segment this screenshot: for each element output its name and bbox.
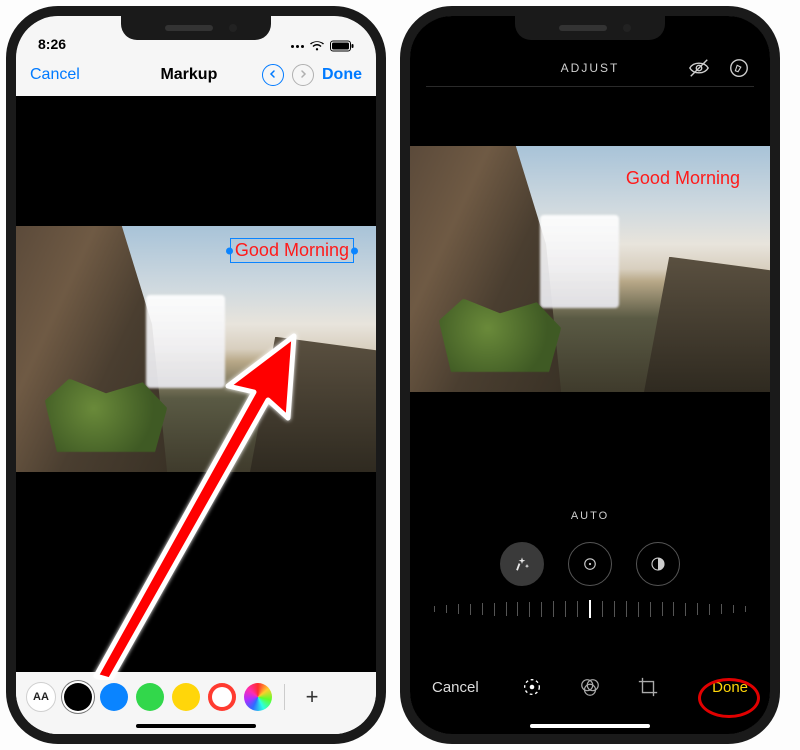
color-picker[interactable]: [244, 683, 272, 711]
dial-brilliance[interactable]: [636, 542, 680, 586]
dial-exposure[interactable]: [568, 542, 612, 586]
adjust-header: ADJUST: [410, 50, 770, 86]
battery-icon: [330, 40, 354, 52]
mode-filters-icon[interactable]: [579, 676, 601, 698]
color-red[interactable]: [208, 683, 236, 711]
done-button[interactable]: Done: [712, 679, 748, 696]
markup-screen: 8:26 Cancel Markup Done: [16, 16, 376, 734]
markup-canvas[interactable]: Good Morning: [16, 96, 376, 672]
add-label: +: [306, 684, 319, 710]
auto-label: AUTO: [410, 510, 770, 522]
text-style-label: AA: [33, 691, 49, 703]
adjustment-slider[interactable]: [434, 598, 746, 620]
text-overlay-selected[interactable]: Good Morning: [230, 238, 354, 263]
text-overlay-label: Good Morning: [235, 240, 349, 260]
color-blue[interactable]: [100, 683, 128, 711]
notch: [121, 16, 271, 40]
resize-handle-left[interactable]: [226, 247, 233, 254]
home-indicator[interactable]: [136, 724, 256, 728]
cancel-button[interactable]: Cancel: [30, 66, 80, 84]
markup-nav: Cancel Markup Done: [16, 54, 376, 96]
adjust-canvas[interactable]: Good Morning: [410, 146, 770, 392]
redo-button: [292, 64, 314, 86]
wifi-icon: [309, 40, 325, 52]
status-right: [291, 40, 354, 52]
adjust-title: ADJUST: [561, 61, 620, 75]
color-yellow[interactable]: [172, 683, 200, 711]
notch: [515, 16, 665, 40]
divider: [284, 684, 285, 710]
header-divider: [426, 86, 754, 87]
adjustment-dial-row: [410, 542, 770, 586]
resize-handle-right[interactable]: [351, 247, 358, 254]
dial-auto[interactable]: [500, 542, 544, 586]
more-icon: [291, 45, 304, 48]
adjust-screen: ADJUST Good Morning AUTO: [410, 16, 770, 734]
edit-bottom-bar: Cancel Done: [410, 662, 770, 712]
page-title: Markup: [88, 66, 254, 84]
phone-frame-right: ADJUST Good Morning AUTO: [400, 6, 780, 744]
home-indicator[interactable]: [530, 724, 650, 728]
add-button[interactable]: +: [297, 682, 327, 712]
mode-adjust-icon[interactable]: [521, 676, 543, 698]
text-overlay: Good Morning: [626, 168, 740, 189]
text-style-button[interactable]: AA: [26, 682, 56, 712]
undo-button[interactable]: [262, 64, 284, 86]
color-green[interactable]: [136, 683, 164, 711]
mode-crop-icon[interactable]: [637, 676, 659, 698]
color-black[interactable]: [64, 683, 92, 711]
markup-icon[interactable]: [728, 57, 750, 79]
cancel-button[interactable]: Cancel: [432, 679, 479, 696]
compare-icon[interactable]: [688, 57, 710, 79]
done-button[interactable]: Done: [322, 66, 362, 84]
phone-frame-left: 8:26 Cancel Markup Done: [6, 6, 386, 744]
